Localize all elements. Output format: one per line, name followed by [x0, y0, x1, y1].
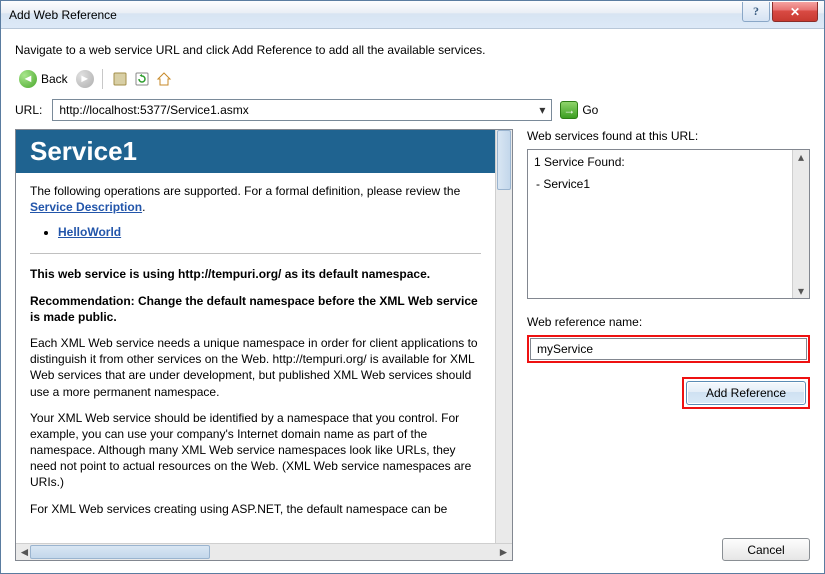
forward-button[interactable]: ►: [76, 70, 94, 88]
go-arrow-icon: →: [560, 101, 578, 119]
operations-list: HelloWorld: [58, 225, 481, 239]
cancel-button[interactable]: Cancel: [722, 538, 810, 561]
dialog-body: Navigate to a web service URL and click …: [1, 29, 824, 573]
toolbar-separator: [102, 69, 103, 89]
recommendation-text: Recommendation: Change the default names…: [30, 293, 481, 325]
dialog-window: Add Web Reference ? ✕ Navigate to a web …: [0, 0, 825, 574]
namespace-note: This web service is using http://tempuri…: [30, 266, 481, 282]
url-row: URL: ▾ → Go: [15, 99, 810, 121]
divider: [30, 253, 481, 254]
service-item[interactable]: - Service1: [534, 176, 803, 192]
preview-pane: Service1 The following operations are su…: [15, 129, 513, 561]
refresh-icon[interactable]: [133, 70, 151, 88]
services-summary: 1 Service Found:: [534, 154, 803, 170]
namespace-para3: For XML Web services creating using ASP.…: [30, 501, 481, 517]
stop-icon[interactable]: [111, 70, 129, 88]
window-controls: ? ✕: [742, 1, 824, 28]
home-icon[interactable]: [155, 70, 173, 88]
instruction-text: Navigate to a web service URL and click …: [15, 39, 810, 59]
service-title: Service1: [16, 130, 495, 173]
help-button[interactable]: ?: [742, 2, 770, 22]
url-dropdown-icon[interactable]: ▾: [533, 100, 551, 120]
service-document: Service1 The following operations are su…: [16, 130, 495, 543]
preview-horizontal-scrollbar[interactable]: ◄ ►: [16, 543, 512, 560]
back-label: Back: [41, 72, 68, 86]
preview-viewport: Service1 The following operations are su…: [16, 130, 512, 543]
namespace-para2: Your XML Web service should be identifie…: [30, 410, 481, 491]
footer: Cancel: [527, 528, 810, 561]
titlebar: Add Web Reference ? ✕: [1, 1, 824, 29]
url-label: URL:: [15, 103, 44, 117]
add-reference-button[interactable]: Add Reference: [686, 381, 806, 405]
preview-vertical-scrollbar[interactable]: [495, 130, 512, 543]
namespace-para1: Each XML Web service needs a unique name…: [30, 335, 481, 400]
go-label: Go: [582, 103, 598, 117]
url-input[interactable]: [53, 100, 533, 120]
close-button[interactable]: ✕: [772, 2, 818, 22]
window-title: Add Web Reference: [1, 8, 742, 22]
main-area: Service1 The following operations are su…: [15, 129, 810, 561]
operation-helloworld-link[interactable]: HelloWorld: [58, 225, 121, 239]
right-panel: Web services found at this URL: 1 Servic…: [527, 129, 810, 561]
go-button[interactable]: → Go: [560, 101, 598, 119]
back-button[interactable]: ◄ Back: [15, 69, 72, 89]
found-label: Web services found at this URL:: [527, 129, 810, 143]
refname-highlight: [527, 335, 810, 363]
service-description-link[interactable]: Service Description: [30, 200, 142, 214]
back-arrow-icon: ◄: [19, 70, 37, 88]
url-combobox[interactable]: ▾: [52, 99, 552, 121]
refname-label: Web reference name:: [527, 315, 810, 329]
services-list-scrollbar[interactable]: ▴▾: [792, 150, 809, 298]
add-reference-highlight: Add Reference: [682, 377, 810, 409]
services-list[interactable]: 1 Service Found: - Service1 ▴▾: [527, 149, 810, 299]
intro-text: The following operations are supported. …: [30, 183, 481, 215]
nav-toolbar: ◄ Back ►: [15, 67, 810, 91]
web-reference-name-input[interactable]: [530, 338, 807, 360]
